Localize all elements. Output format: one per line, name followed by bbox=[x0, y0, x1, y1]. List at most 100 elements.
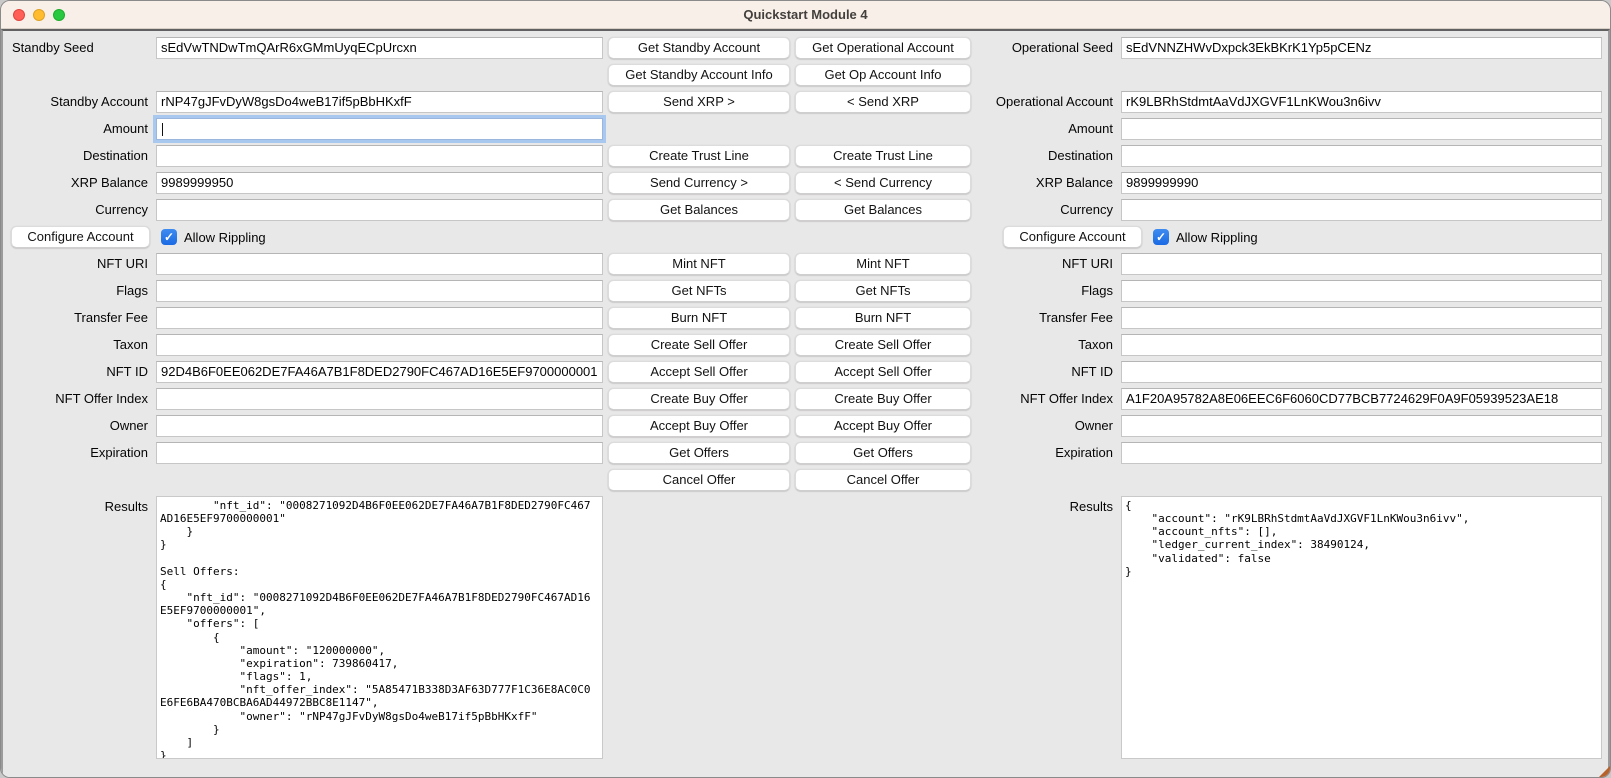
operational-destination-label: Destination bbox=[976, 145, 1116, 167]
standby-allow-rippling-checkbox[interactable] bbox=[161, 229, 177, 245]
standby-currency-input[interactable] bbox=[156, 199, 603, 221]
operational-results-textarea[interactable]: { "account": "rK9LBRhStdmtAaVdJXGVF1LnKW… bbox=[1121, 496, 1602, 759]
main-content: Standby Seed sEdVwTNDwTmQArR6xGMmUyqECpU… bbox=[1, 29, 1610, 778]
standby-seed-input[interactable]: sEdVwTNDwTmQArR6xGMmUyqECpUrcxn bbox=[156, 37, 603, 59]
operational-owner-label: Owner bbox=[976, 415, 1116, 437]
operational-owner-input[interactable] bbox=[1121, 415, 1602, 437]
standby-transfer-fee-label: Transfer Fee bbox=[5, 307, 151, 329]
operational-currency-input[interactable] bbox=[1121, 199, 1602, 221]
standby-results-textarea[interactable]: "nft_id": "0008271092D4B6F0EE062DE7FA46A… bbox=[156, 496, 603, 759]
standby-seed-label: Standby Seed bbox=[5, 37, 151, 59]
mint-nft-op-button[interactable]: Mint NFT bbox=[795, 253, 971, 275]
standby-destination-input[interactable] bbox=[156, 145, 603, 167]
operational-xrp-balance-input[interactable]: 9899999990 bbox=[1121, 172, 1602, 194]
get-standby-account-info-button[interactable]: Get Standby Account Info bbox=[608, 64, 790, 86]
operational-results-label: Results bbox=[976, 496, 1116, 518]
operational-seed-label: Operational Seed bbox=[976, 37, 1116, 59]
operational-transfer-fee-input[interactable] bbox=[1121, 307, 1602, 329]
operational-nft-id-input[interactable] bbox=[1121, 361, 1602, 383]
get-offers-standby-button[interactable]: Get Offers bbox=[608, 442, 790, 464]
standby-xrp-balance-input[interactable]: 9989999950 bbox=[156, 172, 603, 194]
operational-taxon-label: Taxon bbox=[976, 334, 1116, 356]
send-xrp-standby-button[interactable]: Send XRP > bbox=[608, 91, 790, 113]
accept-sell-offer-standby-button[interactable]: Accept Sell Offer bbox=[608, 361, 790, 383]
get-balances-op-button[interactable]: Get Balances bbox=[795, 199, 971, 221]
create-trust-line-standby-button[interactable]: Create Trust Line bbox=[608, 145, 790, 167]
create-buy-offer-op-button[interactable]: Create Buy Offer bbox=[795, 388, 971, 410]
operational-expiration-input[interactable] bbox=[1121, 442, 1602, 464]
standby-owner-input[interactable] bbox=[156, 415, 603, 437]
check-icon bbox=[1156, 228, 1166, 246]
send-currency-op-button[interactable]: < Send Currency bbox=[795, 172, 971, 194]
operational-account-label: Operational Account bbox=[976, 91, 1116, 113]
standby-taxon-label: Taxon bbox=[5, 334, 151, 356]
send-currency-standby-button[interactable]: Send Currency > bbox=[608, 172, 790, 194]
standby-owner-label: Owner bbox=[5, 415, 151, 437]
operational-destination-input[interactable] bbox=[1121, 145, 1602, 167]
operational-taxon-input[interactable] bbox=[1121, 334, 1602, 356]
operational-account-input[interactable]: rK9LBRhStdmtAaVdJXGVF1LnKWou3n6ivv bbox=[1121, 91, 1602, 113]
zoom-button[interactable] bbox=[53, 9, 65, 21]
operational-transfer-fee-label: Transfer Fee bbox=[976, 307, 1116, 329]
mint-nft-standby-button[interactable]: Mint NFT bbox=[608, 253, 790, 275]
send-xrp-op-button[interactable]: < Send XRP bbox=[795, 91, 971, 113]
get-nfts-standby-button[interactable]: Get NFTs bbox=[608, 280, 790, 302]
standby-taxon-input[interactable] bbox=[156, 334, 603, 356]
operational-nft-offer-index-label: NFT Offer Index bbox=[976, 388, 1116, 410]
accept-buy-offer-standby-button[interactable]: Accept Buy Offer bbox=[608, 415, 790, 437]
configure-account-op-button[interactable]: Configure Account bbox=[1003, 226, 1142, 248]
cancel-offer-standby-button[interactable]: Cancel Offer bbox=[608, 469, 790, 491]
operational-nft-offer-index-input[interactable]: A1F20A95782A8E06EEC6F6060CD77BCB7724629F… bbox=[1121, 388, 1602, 410]
standby-nft-uri-input[interactable] bbox=[156, 253, 603, 275]
standby-amount-label: Amount bbox=[5, 118, 151, 140]
standby-destination-label: Destination bbox=[5, 145, 151, 167]
burn-nft-op-button[interactable]: Burn NFT bbox=[795, 307, 971, 329]
operational-seed-input[interactable]: sEdVNNZHWvDxpck3EkBKrK1Yp5pCENz bbox=[1121, 37, 1602, 59]
standby-nft-id-input[interactable]: 92D4B6F0EE062DE7FA46A7B1F8DED2790FC467AD… bbox=[156, 361, 603, 383]
check-icon bbox=[164, 228, 174, 246]
get-nfts-op-button[interactable]: Get NFTs bbox=[795, 280, 971, 302]
operational-nft-uri-input[interactable] bbox=[1121, 253, 1602, 275]
get-op-account-info-button[interactable]: Get Op Account Info bbox=[795, 64, 971, 86]
standby-allow-rippling-label: Allow Rippling bbox=[184, 230, 266, 245]
get-balances-standby-button[interactable]: Get Balances bbox=[608, 199, 790, 221]
close-button[interactable] bbox=[13, 9, 25, 21]
accept-sell-offer-op-button[interactable]: Accept Sell Offer bbox=[795, 361, 971, 383]
standby-expiration-input[interactable] bbox=[156, 442, 603, 464]
standby-currency-label: Currency bbox=[5, 199, 151, 221]
standby-transfer-fee-input[interactable] bbox=[156, 307, 603, 329]
operational-nft-id-label: NFT ID bbox=[976, 361, 1116, 383]
operational-allow-rippling-checkbox[interactable] bbox=[1153, 229, 1169, 245]
get-operational-account-button[interactable]: Get Operational Account bbox=[795, 37, 971, 59]
operational-currency-label: Currency bbox=[976, 199, 1116, 221]
create-buy-offer-standby-button[interactable]: Create Buy Offer bbox=[608, 388, 790, 410]
app-window: Quickstart Module 4 Standby Seed sEdVwTN… bbox=[0, 0, 1611, 778]
operational-xrp-balance-label: XRP Balance bbox=[976, 172, 1116, 194]
burn-nft-standby-button[interactable]: Burn NFT bbox=[608, 307, 790, 329]
standby-nft-offer-index-input[interactable] bbox=[156, 388, 603, 410]
configure-account-standby-button[interactable]: Configure Account bbox=[11, 226, 150, 248]
cancel-offer-op-button[interactable]: Cancel Offer bbox=[795, 469, 971, 491]
operational-allow-rippling-label: Allow Rippling bbox=[1176, 230, 1258, 245]
operational-flags-input[interactable] bbox=[1121, 280, 1602, 302]
text-cursor bbox=[162, 123, 163, 136]
standby-nft-offer-index-label: NFT Offer Index bbox=[5, 388, 151, 410]
operational-flags-label: Flags bbox=[976, 280, 1116, 302]
create-trust-line-op-button[interactable]: Create Trust Line bbox=[795, 145, 971, 167]
get-standby-account-button[interactable]: Get Standby Account bbox=[608, 37, 790, 59]
create-sell-offer-op-button[interactable]: Create Sell Offer bbox=[795, 334, 971, 356]
standby-results-label: Results bbox=[5, 496, 151, 518]
accept-buy-offer-op-button[interactable]: Accept Buy Offer bbox=[795, 415, 971, 437]
create-sell-offer-standby-button[interactable]: Create Sell Offer bbox=[608, 334, 790, 356]
operational-amount-input[interactable] bbox=[1121, 118, 1602, 140]
minimize-button[interactable] bbox=[33, 9, 45, 21]
get-offers-op-button[interactable]: Get Offers bbox=[795, 442, 971, 464]
standby-account-label: Standby Account bbox=[5, 91, 151, 113]
standby-xrp-balance-label: XRP Balance bbox=[5, 172, 151, 194]
standby-account-input[interactable]: rNP47gJFvDyW8gsDo4weB17if5pBbHKxfF bbox=[156, 91, 603, 113]
standby-amount-input[interactable] bbox=[156, 118, 603, 140]
standby-flags-input[interactable] bbox=[156, 280, 603, 302]
resize-grip[interactable] bbox=[1599, 766, 1610, 777]
standby-expiration-label: Expiration bbox=[5, 442, 151, 464]
operational-expiration-label: Expiration bbox=[976, 442, 1116, 464]
